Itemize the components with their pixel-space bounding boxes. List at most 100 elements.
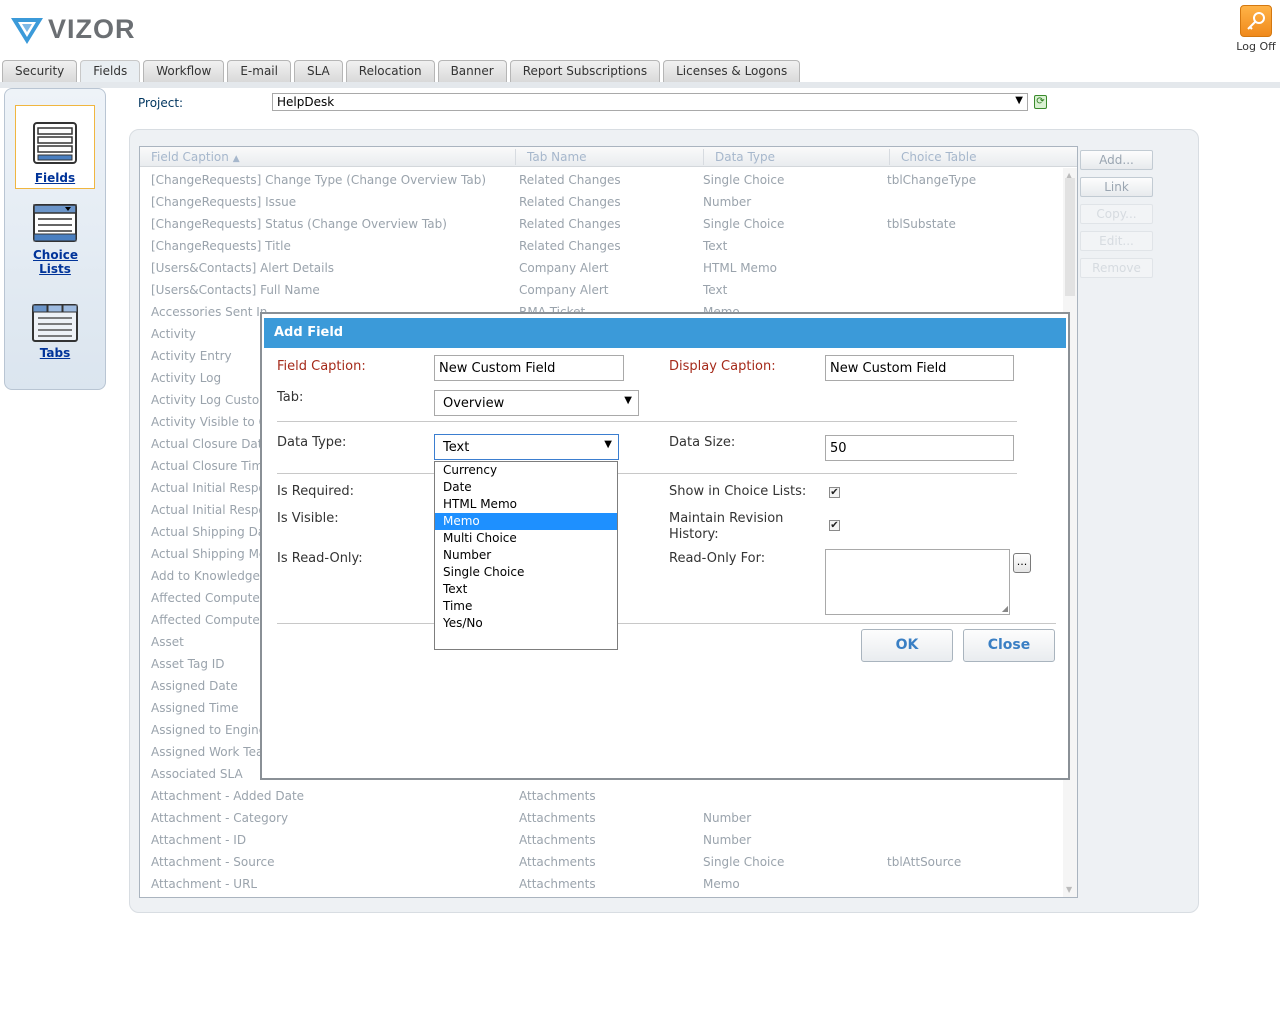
- show-in-choice-lists-checkbox[interactable]: ✔: [829, 487, 840, 498]
- column-header-data-type[interactable]: Data Type: [715, 150, 775, 164]
- tab-select[interactable]: Overview ▼: [434, 390, 639, 416]
- field-caption-input[interactable]: New Custom Field: [434, 355, 624, 381]
- cell-tab-name: Attachments: [519, 855, 596, 869]
- cell-tab-name: Related Changes: [519, 239, 621, 253]
- tab-banner[interactable]: Banner: [437, 60, 507, 82]
- tab-label: Tab:: [277, 390, 304, 405]
- table-row[interactable]: [ChangeRequests] Change Type (Change Ove…: [140, 169, 1060, 191]
- dropdown-option[interactable]: Currency: [435, 462, 617, 479]
- is-visible-label: Is Visible:: [277, 511, 339, 526]
- dropdown-option[interactable]: Time: [435, 598, 617, 615]
- cell-field-caption: Assigned Work Team: [151, 745, 276, 759]
- display-caption-label: Display Caption:: [669, 359, 776, 374]
- ok-button[interactable]: OK: [861, 629, 953, 662]
- copy-button[interactable]: Copy...: [1080, 204, 1153, 224]
- nav-item-tabs[interactable]: Tabs: [15, 301, 95, 365]
- column-header-tab-name[interactable]: Tab Name: [527, 150, 587, 164]
- tab-security[interactable]: Security: [2, 60, 78, 82]
- cell-field-caption: Affected Computer (: [151, 613, 274, 627]
- dropdown-option[interactable]: Memo: [435, 513, 617, 530]
- maintain-revision-label-line2: History:: [669, 527, 719, 542]
- link-button[interactable]: Link: [1080, 177, 1153, 197]
- cell-data-type: Number: [703, 811, 752, 825]
- tab-email[interactable]: E-mail: [227, 60, 291, 82]
- cell-data-type: Text: [703, 283, 728, 297]
- nav-item-fields[interactable]: Fields: [15, 105, 95, 189]
- tab-select-value: Overview: [443, 396, 505, 411]
- dropdown-option[interactable]: Date: [435, 479, 617, 496]
- tab-sla[interactable]: SLA: [293, 60, 343, 82]
- cell-field-caption: [Users&Contacts] Alert Details: [151, 261, 335, 275]
- project-select[interactable]: HelpDesk ▼: [272, 93, 1028, 111]
- table-row[interactable]: Attachment - Category Attachments Number: [140, 807, 1060, 829]
- cell-field-caption: Actual Initial Respon: [151, 503, 274, 517]
- close-button[interactable]: Close: [963, 629, 1055, 662]
- data-size-input[interactable]: 50: [825, 435, 1014, 461]
- cell-field-caption: Affected Computer: [151, 591, 265, 605]
- data-size-label: Data Size:: [669, 435, 736, 450]
- cell-field-caption: Assigned Time: [151, 701, 239, 715]
- dropdown-option[interactable]: Single Choice: [435, 564, 617, 581]
- field-caption-label: Field Caption:: [277, 359, 366, 374]
- dropdown-option[interactable]: HTML Memo: [435, 496, 617, 513]
- checkmark-icon: ✔: [830, 520, 839, 531]
- scrollbar-thumb[interactable]: [1065, 178, 1075, 296]
- refresh-icon[interactable]: ⟳: [1034, 95, 1047, 109]
- cell-field-caption: Associated SLA: [151, 767, 243, 781]
- add-button[interactable]: Add...: [1080, 150, 1153, 170]
- cell-field-caption: Activity Visible to Cu: [151, 415, 275, 429]
- column-header-field-caption[interactable]: Field Caption ▲: [151, 150, 240, 164]
- show-in-choice-lists-label: Show in Choice Lists:: [669, 484, 807, 499]
- table-row[interactable]: [ChangeRequests] Status (Change Overview…: [140, 213, 1060, 235]
- cell-field-caption: [Users&Contacts] Full Name: [151, 283, 320, 297]
- cell-tab-name: Related Changes: [519, 195, 621, 209]
- table-row[interactable]: [ChangeRequests] Issue Related Changes Num…: [140, 191, 1060, 213]
- tab-fields[interactable]: Fields: [80, 60, 141, 83]
- resize-grip-icon[interactable]: ◢: [1002, 604, 1008, 613]
- cell-tab-name: Attachments: [519, 877, 596, 891]
- cell-data-type: Text: [703, 239, 728, 253]
- cell-tab-name: Attachments: [519, 789, 596, 803]
- data-type-label: Data Type:: [277, 435, 347, 450]
- read-only-for-browse-button[interactable]: ...: [1013, 553, 1031, 573]
- table-row[interactable]: Attachment - Source Attachments Single Cho…: [140, 851, 1060, 873]
- cell-choice-table: tblAttSource: [887, 855, 962, 869]
- table-row[interactable]: [Users&Contacts] Full Name Company Alert T…: [140, 279, 1060, 301]
- tab-relocation[interactable]: Relocation: [345, 60, 435, 82]
- divider: [277, 421, 1017, 422]
- table-row[interactable]: Attachment - URL Attachments Memo: [140, 873, 1060, 895]
- read-only-for-label: Read-Only For:: [669, 551, 766, 566]
- tab-licenses-logons[interactable]: Licenses & Logons: [663, 60, 801, 82]
- table-row[interactable]: Attachment - ID Attachments Number: [140, 829, 1060, 851]
- cell-tab-name: Company Alert: [519, 283, 609, 297]
- remove-button[interactable]: Remove: [1080, 258, 1153, 278]
- tab-report-subscriptions[interactable]: Report Subscriptions: [509, 60, 661, 82]
- dropdown-option[interactable]: Multi Choice: [435, 530, 617, 547]
- scroll-down-icon[interactable]: ▼: [1066, 885, 1072, 894]
- maintain-revision-checkbox[interactable]: ✔: [829, 520, 840, 531]
- data-type-select[interactable]: Text ▼: [434, 434, 619, 460]
- cell-field-caption: Activity Entry: [151, 349, 232, 363]
- dropdown-option[interactable]: Yes/No: [435, 615, 617, 632]
- display-caption-input[interactable]: New Custom Field: [825, 355, 1014, 381]
- column-header-choice-table[interactable]: Choice Table: [901, 150, 977, 164]
- table-row[interactable]: Attachment - Added Date Attachments: [140, 785, 1060, 807]
- brand-name: VIZOR: [48, 14, 136, 44]
- table-row[interactable]: [ChangeRequests] Title Related Changes Tex…: [140, 235, 1060, 257]
- cell-field-caption: Accessories Sent In: [151, 305, 268, 319]
- is-required-label: Is Required:: [277, 484, 354, 499]
- read-only-for-textarea[interactable]: ◢: [825, 549, 1010, 615]
- cell-field-caption: [ChangeRequests] Issue: [151, 195, 297, 209]
- nav-item-choice-lists[interactable]: Choice Lists: [15, 203, 95, 281]
- table-row[interactable]: [Users&Contacts] Alert Details Company Al…: [140, 257, 1060, 279]
- project-label: Project:: [138, 96, 184, 110]
- edit-button[interactable]: Edit...: [1080, 231, 1153, 251]
- cell-field-caption: Asset: [151, 635, 184, 649]
- logoff-button[interactable]: Log Off: [1236, 5, 1276, 53]
- cell-tab-name: Attachments: [519, 833, 596, 847]
- dropdown-option[interactable]: Text: [435, 581, 617, 598]
- divider: [277, 623, 1056, 624]
- tab-workflow[interactable]: Workflow: [143, 60, 225, 82]
- dropdown-option[interactable]: Number: [435, 547, 617, 564]
- logoff-label: Log Off: [1236, 40, 1276, 53]
